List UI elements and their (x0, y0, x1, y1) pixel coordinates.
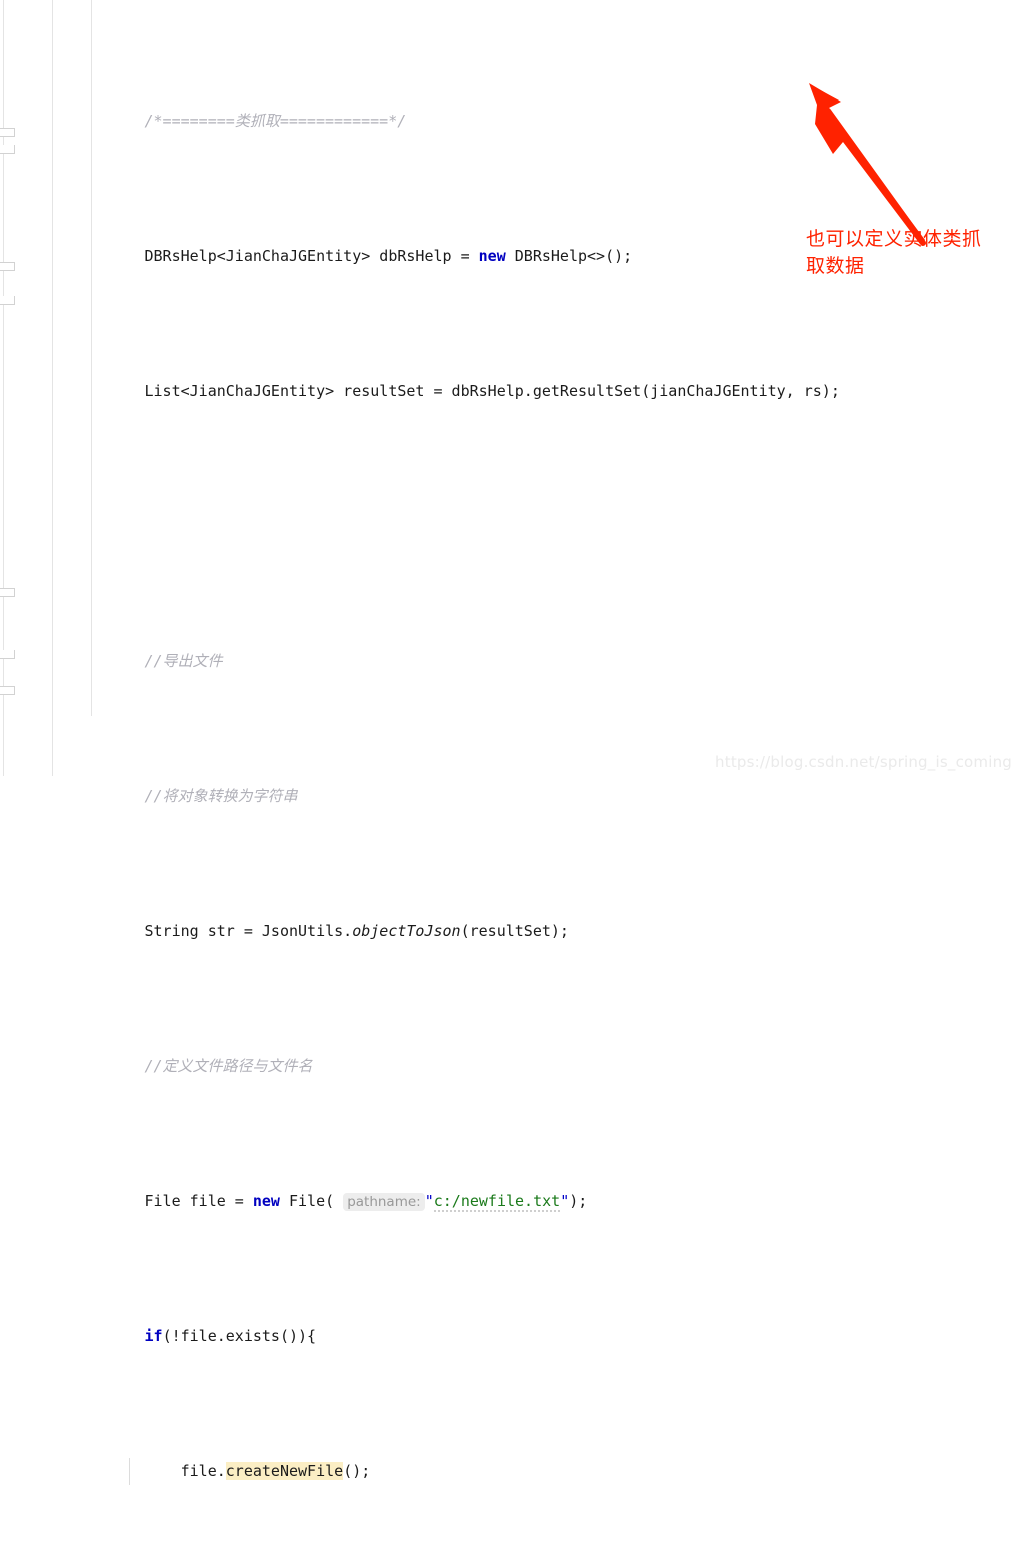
quote-close-path: " (560, 1192, 570, 1210)
createnewfile-call-close: (); (343, 1462, 371, 1480)
comment-banner-close: ============*/ (279, 112, 407, 130)
code-line-4-blank (0, 513, 1020, 540)
method-objecttojson: objectToJson (352, 922, 461, 940)
code-line-11[interactable]: file.createNewFile(); (0, 1458, 1020, 1485)
code-line-3[interactable]: List<JianChaJGEntity> resultSet = dbRsHe… (0, 378, 1020, 405)
code-editor[interactable]: /*========类抓取============*/ DBRsHelp<Jia… (0, 0, 1020, 1485)
dbrshelp-constructor: DBRsHelp<>(); (505, 247, 633, 265)
highlight-createnewfile: createNewFile (225, 1462, 344, 1480)
comment-object-to-string: //将对象转换为字符串 (144, 787, 298, 805)
comment-export-file: //导出文件 (144, 652, 223, 670)
comment-banner-open: /*======== (144, 112, 235, 130)
objecttojson-args: (resultSet); (460, 922, 569, 940)
watermark-url: https://blog.csdn.net/spring_is_coming (715, 753, 1012, 771)
file-constructor-open: File( (279, 1192, 344, 1210)
string-str-declaration: String str = JsonUtils. (144, 922, 353, 940)
quote-open-path: " (424, 1192, 434, 1210)
code-line-9[interactable]: File file = new File( pathname: "c:/newfi… (0, 1188, 1020, 1215)
code-line-5[interactable]: //导出文件 (0, 648, 1020, 675)
code-line-8[interactable]: //定义文件路径与文件名 (0, 1053, 1020, 1080)
keyword-if: if (144, 1327, 163, 1345)
code-line-7[interactable]: String str = JsonUtils.objectToJson(resu… (0, 918, 1020, 945)
keyword-new: new (478, 247, 506, 265)
if-condition: (!file.exists()){ (162, 1327, 317, 1345)
code-line-6[interactable]: //将对象转换为字符串 (0, 783, 1020, 810)
file-constructor-close: ); (569, 1192, 588, 1210)
param-hint-pathname: pathname: (343, 1193, 425, 1211)
keyword-new-file: new (252, 1192, 280, 1210)
file-receiver: file. (180, 1462, 226, 1480)
code-line-10[interactable]: if(!file.exists()){ (0, 1323, 1020, 1350)
comment-banner-label: 类抓取 (234, 112, 280, 130)
annotation-text: 也可以定义实体类抓 取数据 (806, 226, 1016, 280)
file-declaration: File file = (144, 1192, 253, 1210)
resultset-declaration: List<JianChaJGEntity> resultSet = dbRsHe… (144, 382, 840, 400)
code-line-1[interactable]: /*========类抓取============*/ (0, 108, 1020, 135)
indent-guide (129, 1458, 130, 1485)
dbrshelp-declaration: DBRsHelp<JianChaJGEntity> dbRsHelp = (144, 247, 479, 265)
annotation-line-2: 取数据 (806, 255, 865, 277)
comment-define-path: //定义文件路径与文件名 (144, 1057, 313, 1075)
annotation-line-1: 也可以定义实体类抓 (806, 228, 982, 250)
string-file-path: c:/newfile.txt (433, 1192, 561, 1212)
